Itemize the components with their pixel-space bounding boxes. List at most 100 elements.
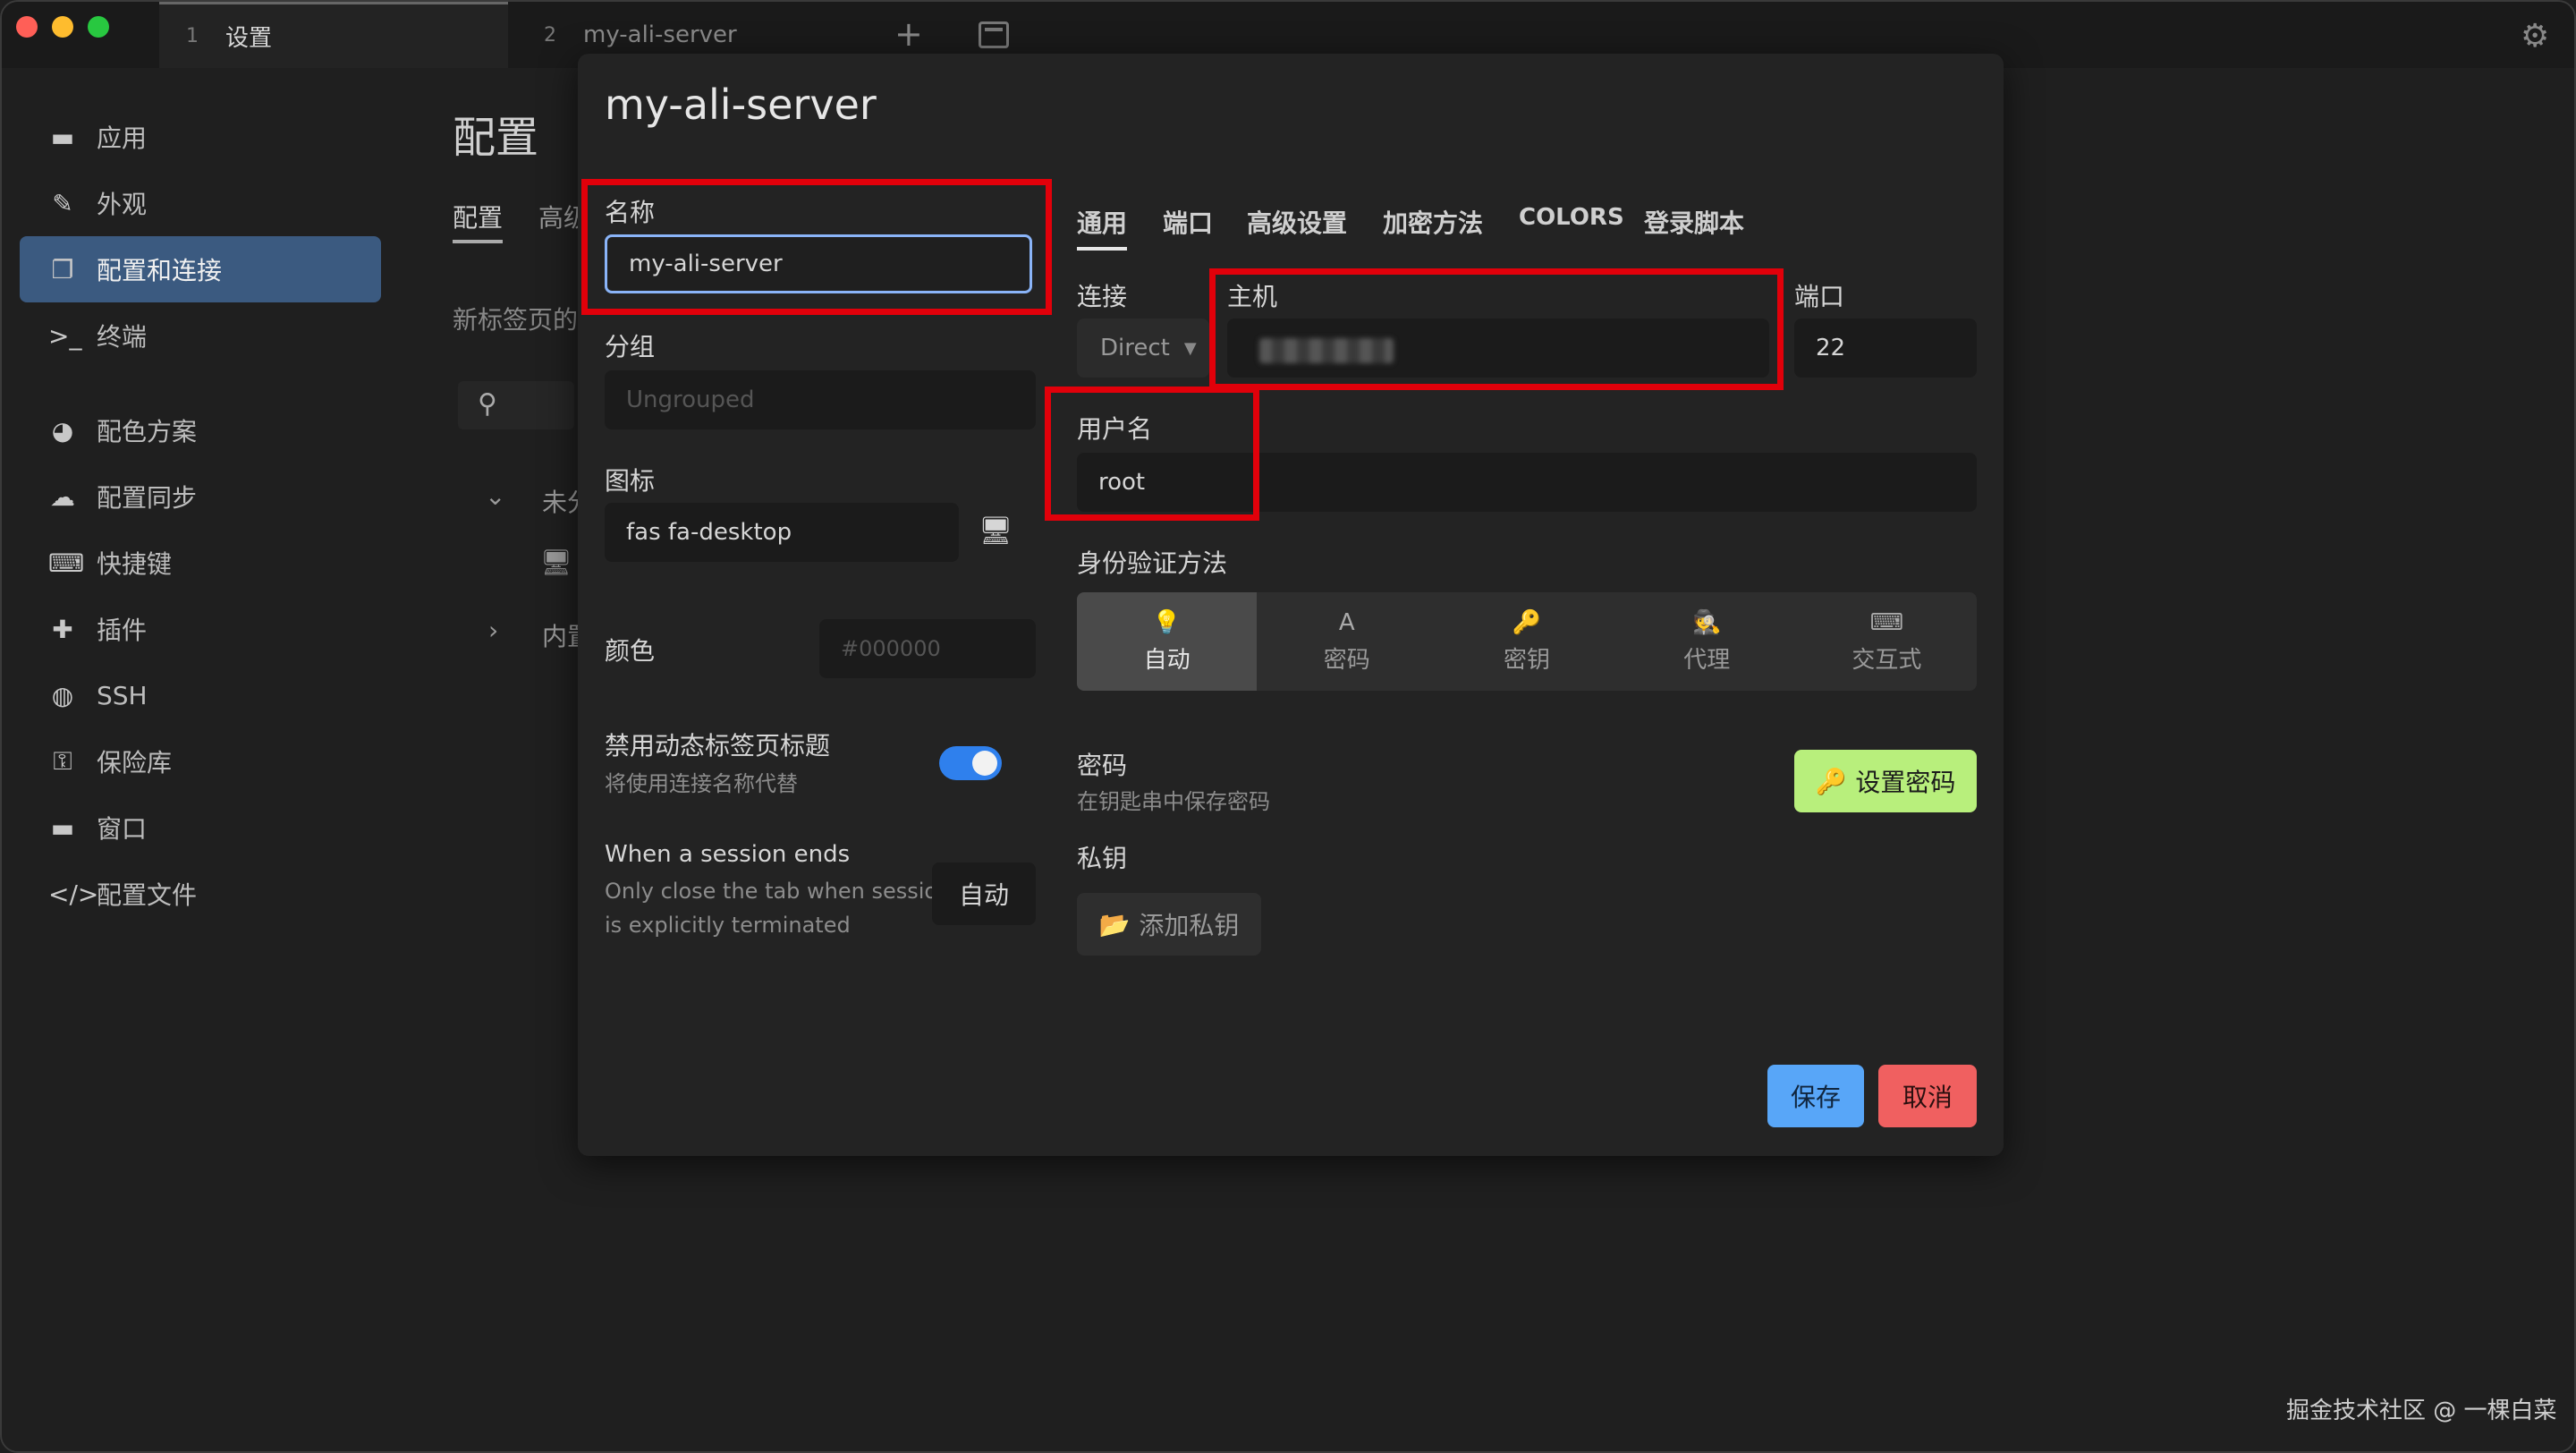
tab-advanced-settings[interactable]: 高级设置 bbox=[1247, 204, 1347, 240]
auth-method-label-text: 自动 bbox=[1143, 646, 1191, 674]
sidebar-item-label: 应用 bbox=[97, 123, 148, 153]
sidebar-item-label: 配置同步 bbox=[97, 483, 198, 513]
caret-down-icon: ▼ bbox=[1183, 338, 1197, 358]
auth-method-selector: 💡 自动 A 密码 🔑 密钥 🕵 代理 ⌨ 交互式 bbox=[1077, 592, 1977, 691]
save-button[interactable]: 保存 bbox=[1767, 1065, 1864, 1127]
window-layout-icon[interactable] bbox=[979, 21, 1009, 48]
sidebar-item-hotkeys[interactable]: ⌨ 快捷键 bbox=[20, 530, 381, 596]
page-title: 配置 bbox=[453, 113, 539, 163]
watermark: 掘金技术社区 @ 一棵白菜 bbox=[2286, 1398, 2557, 1424]
auth-method-agent[interactable]: 🕵 代理 bbox=[1617, 592, 1797, 691]
palette-icon: ◕ bbox=[51, 415, 74, 446]
key-icon: 🔑 bbox=[1512, 608, 1542, 636]
new-tab-setting-label: 新标签页的 bbox=[453, 305, 579, 335]
gear-icon[interactable]: ⚙ bbox=[2521, 18, 2549, 55]
code-icon: </> bbox=[48, 879, 99, 909]
icon-input[interactable]: fas fa-desktop bbox=[605, 503, 959, 562]
sidebar-item-profiles[interactable]: ❐ 配置和连接 bbox=[20, 236, 381, 302]
active-tab-underline bbox=[1077, 247, 1127, 251]
sidebar-item-label: 窗口 bbox=[97, 814, 148, 844]
auth-method-password[interactable]: A 密码 bbox=[1257, 592, 1436, 691]
desktop-icon: 🖥 bbox=[540, 548, 572, 577]
app-window: 1 设置 2 my-ali-server + ⚙ ▬ 应用 ✎ 外观 ❐ 配置和… bbox=[0, 0, 2576, 1453]
sidebar-item-app[interactable]: ▬ 应用 bbox=[20, 104, 381, 170]
new-tab-icon[interactable]: + bbox=[894, 14, 923, 54]
chevron-right-icon[interactable]: › bbox=[488, 616, 498, 645]
tab-ciphers[interactable]: 加密方法 bbox=[1383, 204, 1483, 240]
set-password-button[interactable]: 🔑 设置密码 bbox=[1794, 750, 1977, 812]
color-label: 颜色 bbox=[605, 636, 656, 666]
sidebar-item-appearance[interactable]: ✎ 外观 bbox=[20, 170, 381, 236]
password-sub: 在钥匙串中保存密码 bbox=[1077, 789, 1270, 814]
icon-label: 图标 bbox=[605, 466, 656, 496]
sidebar-item-label: 配置文件 bbox=[97, 880, 198, 910]
window-icon: ▬ bbox=[50, 812, 75, 843]
auth-method-interactive[interactable]: ⌨ 交互式 bbox=[1797, 592, 1977, 691]
private-key-label: 私钥 bbox=[1077, 844, 1128, 873]
sidebar-item-label: 保险库 bbox=[97, 748, 173, 777]
password-label: 密码 bbox=[1077, 751, 1128, 780]
sidebar-item-vault[interactable]: ⚿ 保险库 bbox=[20, 728, 381, 794]
tab-label: my-ali-server bbox=[583, 21, 737, 48]
desktop-icon: 🖥 bbox=[979, 515, 1013, 547]
sidebar-item-label: 配置和连接 bbox=[97, 256, 223, 285]
sidebar-item-ssh[interactable]: ◍ SSH bbox=[20, 662, 381, 728]
sidebar-item-config-sync[interactable]: ☁ 配置同步 bbox=[20, 463, 381, 530]
search-icon: ⚲ bbox=[478, 388, 497, 420]
port-input[interactable]: 22 bbox=[1794, 319, 1977, 378]
session-end-sub-line2: is explicitly terminated bbox=[605, 913, 851, 938]
tab-label: 设置 bbox=[225, 25, 273, 52]
disable-dynamic-title-toggle[interactable] bbox=[939, 746, 1002, 780]
app-icon: ▬ bbox=[50, 122, 75, 152]
tab-settings[interactable]: 1 设置 bbox=[159, 2, 508, 68]
sidebar-item-color-scheme[interactable]: ◕ 配色方案 bbox=[20, 397, 381, 463]
tab-login-scripts[interactable]: 登录脚本 bbox=[1644, 204, 1744, 240]
close-window-button[interactable] bbox=[16, 16, 38, 38]
group-label: 分组 bbox=[605, 332, 656, 361]
maximize-window-button[interactable] bbox=[88, 16, 109, 38]
keyboard-icon: ⌨ bbox=[48, 548, 85, 578]
connection-label: 连接 bbox=[1077, 282, 1128, 311]
auth-method-auto[interactable]: 💡 自动 bbox=[1077, 592, 1258, 691]
highlight-name bbox=[581, 179, 1052, 315]
add-private-key-button[interactable]: 📂 添加私钥 bbox=[1077, 893, 1261, 956]
sidebar-item-label: 快捷键 bbox=[97, 549, 173, 579]
font-icon: A bbox=[1338, 608, 1355, 636]
folder-icon: 📂 bbox=[1098, 909, 1131, 939]
color-input[interactable]: #000000 bbox=[819, 619, 1036, 678]
sidebar-item-label: 终端 bbox=[97, 322, 148, 352]
tab-profiles[interactable]: 配置 bbox=[453, 199, 503, 234]
tab-general[interactable]: 通用 bbox=[1077, 204, 1127, 240]
minimize-window-button[interactable] bbox=[52, 16, 73, 38]
search-input[interactable] bbox=[458, 381, 574, 429]
terminal-icon: >_ bbox=[48, 320, 82, 351]
key-icon: ⚿ bbox=[53, 746, 72, 776]
key-icon: 🔑 bbox=[1815, 766, 1847, 796]
auth-method-label-text: 密钥 bbox=[1504, 646, 1551, 674]
port-label: 端口 bbox=[1794, 282, 1845, 311]
auth-method-label: 身份验证方法 bbox=[1077, 548, 1228, 578]
cancel-button[interactable]: 取消 bbox=[1878, 1065, 1977, 1127]
bulb-icon: 💡 bbox=[1152, 608, 1182, 636]
sidebar-item-config-file[interactable]: </> 配置文件 bbox=[20, 861, 381, 927]
session-end-select[interactable]: 自动 bbox=[932, 862, 1036, 925]
tab-underline bbox=[453, 240, 503, 243]
tab-number: 1 bbox=[186, 25, 199, 47]
connection-value: Direct bbox=[1100, 335, 1170, 361]
sidebar-item-plugins[interactable]: ✚ 插件 bbox=[20, 596, 381, 662]
agent-icon: 🕵 bbox=[1692, 608, 1722, 636]
tab-colors[interactable]: COLORS bbox=[1519, 204, 1624, 231]
connection-select[interactable]: Direct ▼ bbox=[1077, 319, 1209, 378]
set-password-label: 设置密码 bbox=[1855, 768, 1956, 797]
chevron-down-icon[interactable]: ⌄ bbox=[485, 481, 505, 511]
auth-method-label-text: 密码 bbox=[1323, 646, 1370, 674]
group-input[interactable]: Ungrouped bbox=[605, 370, 1036, 429]
auth-method-key[interactable]: 🔑 密钥 bbox=[1436, 592, 1616, 691]
keyboard-icon: ⌨ bbox=[1869, 608, 1904, 636]
session-end-sub-line1: Only close the tab when session bbox=[605, 879, 952, 904]
sidebar-item-terminal[interactable]: >_ 终端 bbox=[20, 302, 381, 369]
profile-editor-modal: my-ali-server 名称 my-ali-server 分组 Ungrou… bbox=[578, 54, 2004, 1156]
tab-ports[interactable]: 端口 bbox=[1163, 204, 1213, 240]
cloud-icon: ☁ bbox=[50, 481, 75, 512]
sidebar-item-window[interactable]: ▬ 窗口 bbox=[20, 794, 381, 861]
